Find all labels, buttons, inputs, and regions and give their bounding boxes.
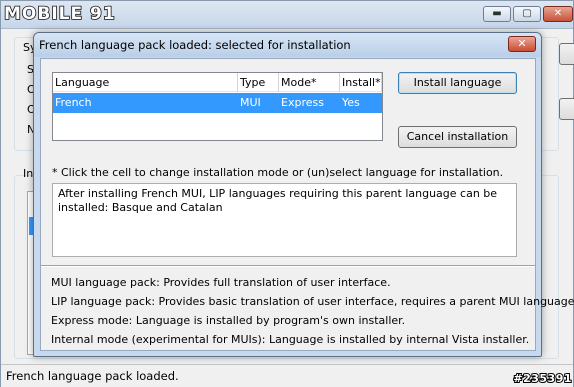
watermark: #235391 xyxy=(512,371,572,386)
cancel-installation-button[interactable]: Cancel installation xyxy=(398,126,517,148)
column-header-type[interactable]: Type xyxy=(238,73,279,92)
dialog-close-button[interactable]: ✕ xyxy=(508,36,536,52)
install-language-button[interactable]: Install language xyxy=(398,72,517,94)
dialog-title: French language pack loaded: selected fo… xyxy=(39,38,351,52)
dialog-body: Language Type Mode* Install* French MUI … xyxy=(40,58,574,351)
maximize-button[interactable]: ▢ xyxy=(513,6,541,22)
parent-side-button-2[interactable] xyxy=(559,98,574,120)
legend-lip: LIP language pack: Provides basic transl… xyxy=(51,295,574,308)
column-header-install[interactable]: Install* xyxy=(340,73,382,92)
status-text: French language pack loaded. xyxy=(6,369,179,383)
info-textbox[interactable]: After installing French MUI, LIP languag… xyxy=(52,183,517,257)
table-header: Language Type Mode* Install* xyxy=(53,73,382,92)
app-logo: MOBILE 91 xyxy=(3,3,126,25)
cell-mode[interactable]: Express xyxy=(279,93,340,113)
legend-mui: MUI language pack: Provides full transla… xyxy=(51,276,391,289)
legend-express: Express mode: Language is installed by p… xyxy=(51,314,406,327)
cell-type[interactable]: MUI xyxy=(238,93,279,113)
parent-side-button-1[interactable] xyxy=(559,43,574,65)
install-dialog: French language pack loaded: selected fo… xyxy=(33,32,574,357)
column-header-mode[interactable]: Mode* xyxy=(279,73,340,92)
dialog-titlebar: French language pack loaded: selected fo… xyxy=(34,33,541,57)
column-header-language[interactable]: Language xyxy=(53,73,238,92)
close-icon: ✕ xyxy=(553,8,563,19)
maximize-icon: ▢ xyxy=(522,8,532,19)
table-hint: * Click the cell to change installation … xyxy=(52,166,504,179)
cell-install[interactable]: Yes xyxy=(340,93,382,113)
parent-install-group-label: In xyxy=(23,167,34,180)
logo-text: MOBILE 91 xyxy=(3,3,116,25)
language-table[interactable]: Language Type Mode* Install* French MUI … xyxy=(52,72,383,141)
separator xyxy=(41,265,535,267)
legend-internal: Internal mode (experimental for MUIs): L… xyxy=(51,333,530,346)
minimize-icon: ▬ xyxy=(492,8,502,19)
window-close-button[interactable]: ✕ xyxy=(543,6,573,22)
table-row[interactable]: French MUI Express Yes xyxy=(53,93,382,113)
main-titlebar: MOBILE 91 ▬ ▢ ✕ xyxy=(1,1,573,29)
minimize-button[interactable]: ▬ xyxy=(483,6,511,22)
cell-language[interactable]: French xyxy=(53,93,238,113)
close-icon: ✕ xyxy=(517,37,527,50)
status-bar: French language pack loaded. xyxy=(1,364,573,387)
